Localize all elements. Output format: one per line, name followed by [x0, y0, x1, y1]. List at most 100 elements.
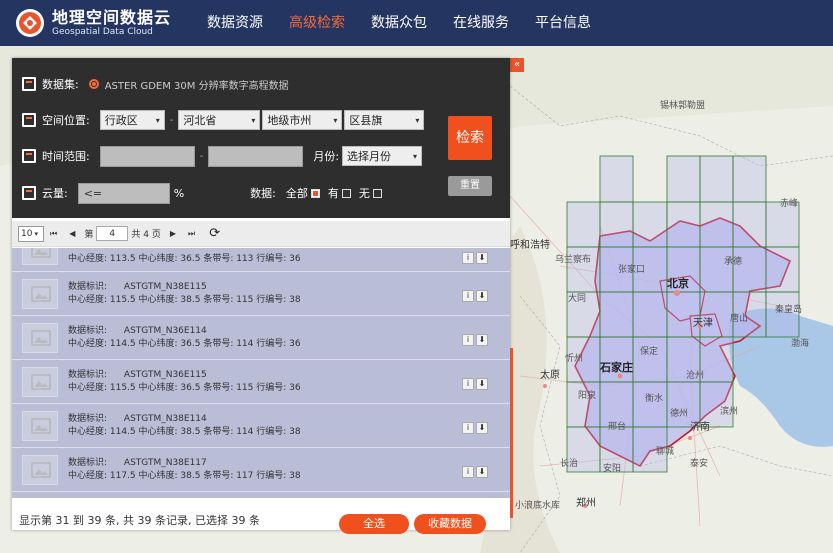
download-icon[interactable]: ⬇	[476, 466, 488, 478]
option-yes-checkbox[interactable]	[341, 188, 351, 198]
time-from-input[interactable]	[99, 145, 195, 167]
county-select[interactable]: 区县旗 ▾	[344, 110, 425, 130]
info-icon[interactable]: i	[462, 378, 474, 390]
city-select[interactable]: 地级市州 ▾	[262, 110, 343, 130]
map-label-liaocheng: 聊城	[656, 447, 675, 457]
record-center-info: 中心经度: 114.5 中心纬度: 36.5 条带号: 114 行编号: 36	[68, 339, 301, 349]
logo-subtitle: Geospatial Data Cloud	[52, 26, 153, 37]
image-placeholder-icon	[22, 323, 58, 353]
info-icon[interactable]: i	[462, 422, 474, 434]
map-label-binzhou: 滨州	[720, 407, 739, 417]
chevron-down-icon: ▾	[34, 229, 38, 238]
province-select[interactable]: 河北省 ▾	[178, 110, 261, 130]
download-icon[interactable]: ⬇	[476, 290, 488, 302]
list-item[interactable]: 数据标识: ASTGTM_N38E117 中心经度: 117.5 中心纬度: 3…	[12, 448, 510, 492]
info-icon[interactable]: i	[462, 290, 474, 302]
map-label-beijing: 北京	[667, 277, 689, 290]
reset-button[interactable]: 重置	[448, 176, 492, 196]
download-icon[interactable]: ⬇	[476, 252, 488, 264]
map-label-changzhi: 长治	[560, 459, 579, 469]
dataset-icon	[22, 77, 36, 91]
record-id-line: 数据标识: ASTGTM_N38E117	[68, 458, 207, 468]
list-item[interactable]: 数据标识: ASTGTM_N38E114 中心经度: 114.5 中心纬度: 3…	[12, 404, 510, 448]
record-id: ASTGTM_N36E115	[123, 370, 207, 380]
list-item[interactable]: 数据标识: ASTGTM_N36E114 中心经度: 114.5 中心纬度: 3…	[12, 316, 510, 360]
search-button[interactable]: 检索	[448, 116, 492, 160]
map-label-hohhot: 呼和浩特	[510, 240, 550, 251]
map-label-anyang: 安阳	[603, 464, 622, 474]
option-no-checkbox[interactable]	[372, 188, 382, 198]
top-navigation-bar: 地理空间数据云 Geospatial Data Cloud 数据资源 高级检索 …	[0, 0, 833, 46]
list-scrollbar[interactable]	[510, 348, 513, 518]
location-type-select[interactable]: 行政区 ▾	[99, 110, 165, 130]
record-center-info: 中心经度: 117.5 中心纬度: 38.5 条带号: 117 行编号: 38	[68, 471, 301, 481]
map-label-chengde: 承德	[724, 257, 743, 267]
refresh-icon[interactable]: ⟳	[209, 226, 220, 241]
info-icon[interactable]: i	[462, 252, 474, 264]
record-id: ASTGTM_N38E114	[123, 414, 207, 424]
map-label-ulanqab: 乌兰察布	[555, 255, 592, 265]
chevron-down-icon: ▾	[333, 115, 338, 125]
cloud-input[interactable]: <=	[77, 182, 170, 204]
dataset-label: 数据集:	[42, 78, 79, 91]
map-label-jinan: 济南	[690, 422, 710, 433]
select-all-button[interactable]: 全选	[339, 514, 409, 534]
record-center-info: 中心经度: 115.5 中心纬度: 36.5 条带号: 115 行编号: 36	[68, 383, 301, 393]
prev-page-icon[interactable]: ◀	[69, 229, 75, 238]
map-label-xiaolangdi: 小浪底水库	[515, 501, 561, 511]
nav-item-advanced-search[interactable]: 高级检索	[276, 0, 358, 46]
page-number-input[interactable]: 4	[96, 226, 129, 241]
dataset-value: ASTER GDEM 30M 分辨率数字高程数据	[104, 80, 289, 92]
image-placeholder-icon	[22, 455, 58, 485]
location-icon	[22, 113, 36, 127]
page-size-select[interactable]: 10 ▾	[18, 225, 44, 242]
data-availability-label: 数据:	[250, 187, 276, 200]
info-icon[interactable]: i	[462, 334, 474, 346]
map-label-taian: 泰安	[690, 459, 709, 469]
info-icon[interactable]: i	[462, 466, 474, 478]
option-yes-label: 有	[327, 187, 339, 200]
option-no-label: 无	[358, 187, 370, 200]
map-label-taiyuan: 太原	[540, 370, 560, 381]
image-placeholder-icon	[22, 367, 58, 397]
nav-item-crowdsourcing[interactable]: 数据众包	[358, 0, 440, 46]
dataset-radio[interactable]	[88, 79, 99, 89]
cloud-unit: %	[173, 186, 185, 200]
map-label-xinzhou: 忻州	[565, 354, 584, 364]
map-label-xingtai: 邢台	[608, 422, 627, 432]
map-label-baoding: 保定	[640, 347, 659, 357]
map-label-tianjin: 天津	[693, 318, 713, 329]
logo[interactable]: 地理空间数据云 Geospatial Data Cloud	[14, 7, 184, 39]
download-icon[interactable]: ⬇	[476, 422, 488, 434]
next-page-icon[interactable]: ▶	[170, 229, 176, 238]
option-all-checkbox[interactable]	[310, 188, 320, 198]
collapse-panel-button[interactable]: «	[510, 58, 524, 72]
map-label-hengshui: 衡水	[645, 394, 664, 404]
cloud-label: 云量:	[42, 187, 68, 200]
time-to-input[interactable]	[208, 145, 304, 167]
map-label-dezhou: 德州	[670, 409, 689, 419]
record-center-info: 中心经度: 113.5 中心纬度: 36.5 条带号: 113 行编号: 36	[68, 254, 301, 264]
list-item[interactable]: 中心经度: 113.5 中心纬度: 36.5 条带号: 113 行编号: 36 …	[12, 248, 510, 272]
last-page-icon[interactable]: ⏭	[188, 229, 195, 239]
list-item[interactable]: 数据标识: ASTGTM_N38E115 中心经度: 115.5 中心纬度: 3…	[12, 272, 510, 316]
page-total: 共 4 页	[131, 230, 161, 240]
nav-item-data-resources[interactable]: 数据资源	[194, 0, 276, 46]
download-icon[interactable]: ⬇	[476, 334, 488, 346]
results-summary: 显示第 31 到 39 条, 共 39 条记录, 已选择 39 条	[19, 514, 260, 527]
map-label-tangshan: 唐山	[730, 314, 749, 324]
nav-item-platform-info[interactable]: 平台信息	[522, 0, 604, 46]
favorite-data-button[interactable]: 收藏数据	[414, 514, 486, 534]
download-icon[interactable]: ⬇	[476, 378, 488, 390]
month-select[interactable]: 选择月份 ▾	[342, 146, 423, 166]
results-list[interactable]: 中心经度: 113.5 中心纬度: 36.5 条带号: 113 行编号: 36 …	[12, 248, 510, 498]
first-page-icon[interactable]: ⏮	[50, 229, 57, 239]
page-prefix: 第	[84, 230, 94, 240]
option-all-label: 全部	[285, 187, 308, 200]
chevron-down-icon: ▾	[251, 115, 256, 125]
record-center-info: 中心经度: 115.5 中心纬度: 38.5 条带号: 115 行编号: 38	[68, 295, 301, 305]
main-nav: 数据资源 高级检索 数据众包 在线服务 平台信息	[194, 0, 604, 46]
nav-item-online-services[interactable]: 在线服务	[440, 0, 522, 46]
cloud-icon	[22, 186, 36, 200]
list-item[interactable]: 数据标识: ASTGTM_N36E115 中心经度: 115.5 中心纬度: 3…	[12, 360, 510, 404]
